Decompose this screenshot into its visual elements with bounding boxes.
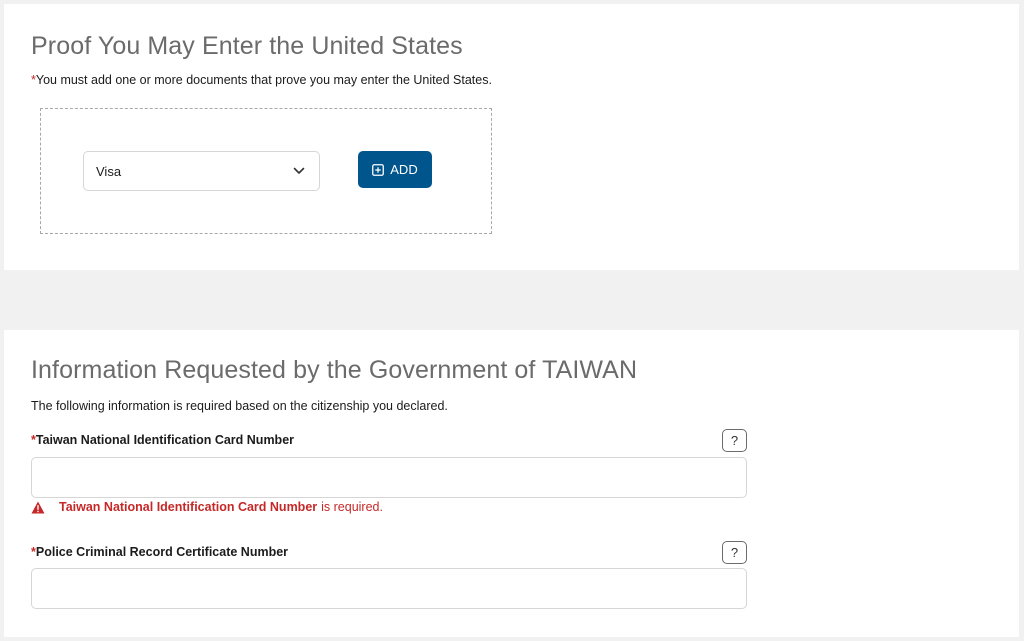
add-document-button[interactable]: ADD [358, 151, 432, 188]
error-field-name: Taiwan National Identification Card Numb… [59, 500, 318, 514]
taiwan-id-input[interactable] [31, 457, 747, 498]
police-record-label: *Police Criminal Record Certificate Numb… [31, 545, 288, 559]
document-entry-box: Visa ADD [40, 108, 492, 234]
police-record-help-button[interactable]: ? [722, 541, 747, 564]
taiwan-section-card: Information Requested by the Government … [4, 330, 1019, 637]
proof-section-card: Proof You May Enter the United States *Y… [4, 4, 1019, 270]
chevron-down-icon [293, 167, 305, 174]
error-message: is required. [321, 500, 383, 514]
document-type-select[interactable]: Visa [83, 151, 320, 191]
taiwan-id-label: *Taiwan National Identification Card Num… [31, 433, 294, 447]
taiwan-section-intro: The following information is required ba… [31, 399, 448, 413]
warning-icon [31, 501, 45, 513]
proof-section-title: Proof You May Enter the United States [31, 32, 463, 60]
proof-intro-text: You must add one or more documents that … [35, 73, 492, 87]
taiwan-id-error: Taiwan National Identification Card Numb… [31, 500, 383, 514]
taiwan-id-label-text: Taiwan National Identification Card Numb… [35, 433, 295, 447]
proof-section-intro: *You must add one or more documents that… [31, 73, 492, 87]
document-type-selected-value: Visa [96, 163, 122, 179]
taiwan-section-title: Information Requested by the Government … [31, 356, 638, 384]
taiwan-id-help-button[interactable]: ? [722, 429, 747, 452]
police-record-label-text: Police Criminal Record Certificate Numbe… [35, 545, 289, 559]
police-record-input[interactable] [31, 568, 747, 609]
add-button-label: ADD [390, 162, 418, 177]
plus-square-icon [372, 163, 385, 176]
